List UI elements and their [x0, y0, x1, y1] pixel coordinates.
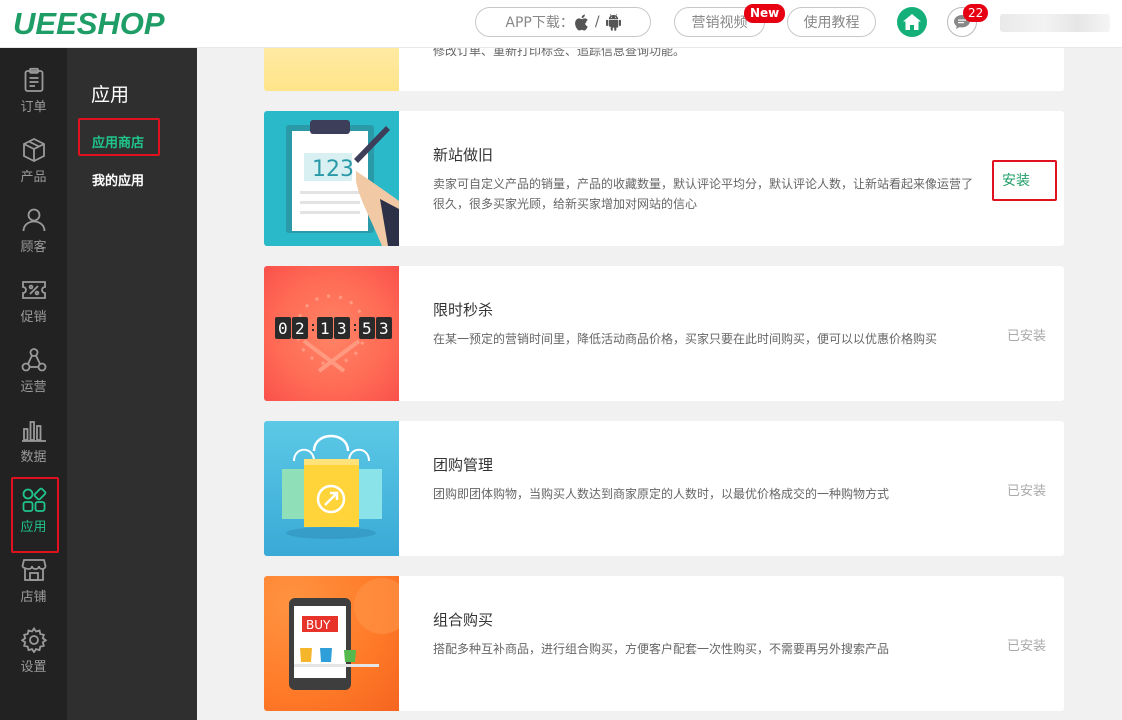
top-header: UEESHOP APP下载： / 营销视频 New 使用教程 22 — [0, 0, 1122, 48]
app-card-flash-sale: 0 2 1 3 5 3 限时秒杀 在某一预定的营销时间里，降低活动商品价格，买家… — [264, 266, 1064, 401]
app-desc: 卖家可自定义产品的销量，产品的收藏数量，默认评论平均分，默认评论人数，让新站看起… — [433, 177, 974, 211]
nav-label: 店铺 — [20, 590, 47, 605]
customer-icon — [22, 208, 45, 232]
nav-item-customers[interactable]: 顾客 — [0, 196, 67, 266]
app-image-shopping-bags — [264, 421, 399, 556]
app-desc: 团购即团体购物，当购买人数达到商家原定的人数时，以最优价格成交的一种购物方式 — [433, 487, 890, 501]
subnav-item-app-store[interactable]: 应用商店 — [92, 132, 144, 151]
app-card-combo-buy: BUY 组合购买 搭配多种互补商品，进行组合购买，方便客户配套一次性购买，不需要… — [264, 576, 1064, 711]
app-download-pill[interactable]: APP下载： / — [475, 7, 651, 37]
timer-digit: 0 — [278, 319, 288, 338]
nav-item-store[interactable]: 店铺 — [0, 546, 67, 616]
user-account-blurred[interactable] — [1000, 14, 1110, 32]
apps-icon — [22, 487, 46, 512]
app-card-old-site: 123 新站做旧 卖家可自定义产品的销量，产品的收藏数量，默认评论平均分，默认评… — [264, 111, 1064, 246]
app-download-label: APP下载： — [505, 15, 574, 31]
timer-digit: 5 — [362, 319, 372, 338]
installed-status: 已安装 — [1006, 639, 1046, 654]
nav-item-apps[interactable]: 应用 — [0, 476, 67, 546]
nav-item-operations[interactable]: 运营 — [0, 336, 67, 406]
app-title: 新站做旧 — [433, 146, 494, 164]
home-icon — [903, 14, 921, 30]
app-card-group-buy: 团购管理 团购即团体购物，当购买人数达到商家原定的人数时，以最优价格成交的一种购… — [264, 421, 1064, 556]
nav-label: 订单 — [20, 100, 47, 115]
home-button[interactable] — [897, 7, 927, 37]
nav-label: 顾客 — [20, 240, 47, 255]
app-separator: / — [594, 14, 600, 30]
app-title: 限时秒杀 — [433, 301, 494, 319]
store-icon — [21, 559, 46, 581]
nav-item-promotions[interactable]: 促销 — [0, 266, 67, 336]
app-desc: 在某一预定的营销时间里，降低活动商品价格，买家只要在此时间购买，便可以以优惠价格… — [433, 332, 938, 346]
nav-item-products[interactable]: 产品 — [0, 126, 67, 196]
promotion-ticket-icon — [21, 281, 46, 299]
new-badge: New — [744, 4, 786, 23]
apple-icon[interactable] — [574, 13, 589, 31]
data-chart-icon — [21, 421, 46, 442]
nav-label: 数据 — [20, 450, 47, 465]
subnav-title: 应用 — [91, 84, 130, 106]
clipboard-number: 123 — [312, 157, 354, 182]
tutorial-button[interactable]: 使用教程 — [787, 7, 876, 37]
nav-label: 运营 — [20, 380, 47, 395]
app-card-partial: 修改订单、重新打印标签、追踪信息查询功能。 — [264, 48, 1064, 91]
main-sidebar: 订单 产品 顾客 促销 运营 数据 应用 店铺 设置 — [0, 48, 67, 720]
timer-digit: 1 — [320, 319, 330, 338]
app-image-partial — [264, 48, 399, 91]
nav-item-settings[interactable]: 设置 — [0, 616, 67, 686]
marketing-video-label: 营销视频 — [691, 15, 748, 31]
gear-icon — [20, 627, 47, 653]
app-image-clipboard: 123 — [264, 111, 399, 246]
subnav-item-my-apps[interactable]: 我的应用 — [92, 170, 144, 189]
timer-digit: 3 — [337, 319, 347, 338]
timer-digit: 3 — [379, 319, 389, 338]
installed-status: 已安装 — [1006, 329, 1046, 344]
apps-subnav: 应用 应用商店 我的应用 — [67, 48, 197, 720]
nav-label: 设置 — [20, 660, 47, 675]
buy-label: BUY — [306, 618, 331, 632]
app-image-timer: 0 2 1 3 5 3 — [264, 266, 399, 401]
ueeshop-logo[interactable]: UEESHOP — [13, 6, 165, 42]
app-title: 团购管理 — [433, 456, 494, 474]
tutorial-label: 使用教程 — [803, 15, 860, 31]
timer-digit: 2 — [295, 319, 305, 338]
installed-status: 已安装 — [1006, 484, 1046, 499]
app-image-phone-buy: BUY — [264, 576, 399, 711]
install-button[interactable]: 安装 — [1002, 170, 1030, 190]
app-desc: 修改订单、重新打印标签、追踪信息查询功能。 — [433, 48, 686, 58]
app-desc: 搭配多种互补商品，进行组合购买，方便客户配套一次性购买，不需要再另外搜索产品 — [433, 642, 890, 656]
product-box-icon — [22, 137, 45, 163]
nav-item-orders[interactable]: 订单 — [0, 56, 67, 126]
nav-label: 产品 — [20, 170, 47, 185]
message-count-badge: 22 — [963, 4, 989, 22]
app-title: 组合购买 — [433, 611, 494, 629]
order-icon — [24, 67, 43, 92]
nav-item-data[interactable]: 数据 — [0, 406, 67, 476]
app-list: 修改订单、重新打印标签、追踪信息查询功能。 123 新站做旧 卖家可自定义产品的… — [197, 48, 1122, 720]
nav-label: 促销 — [20, 310, 47, 325]
operation-icon — [21, 348, 46, 372]
android-icon[interactable] — [605, 13, 621, 31]
nav-label: 应用 — [20, 520, 47, 535]
